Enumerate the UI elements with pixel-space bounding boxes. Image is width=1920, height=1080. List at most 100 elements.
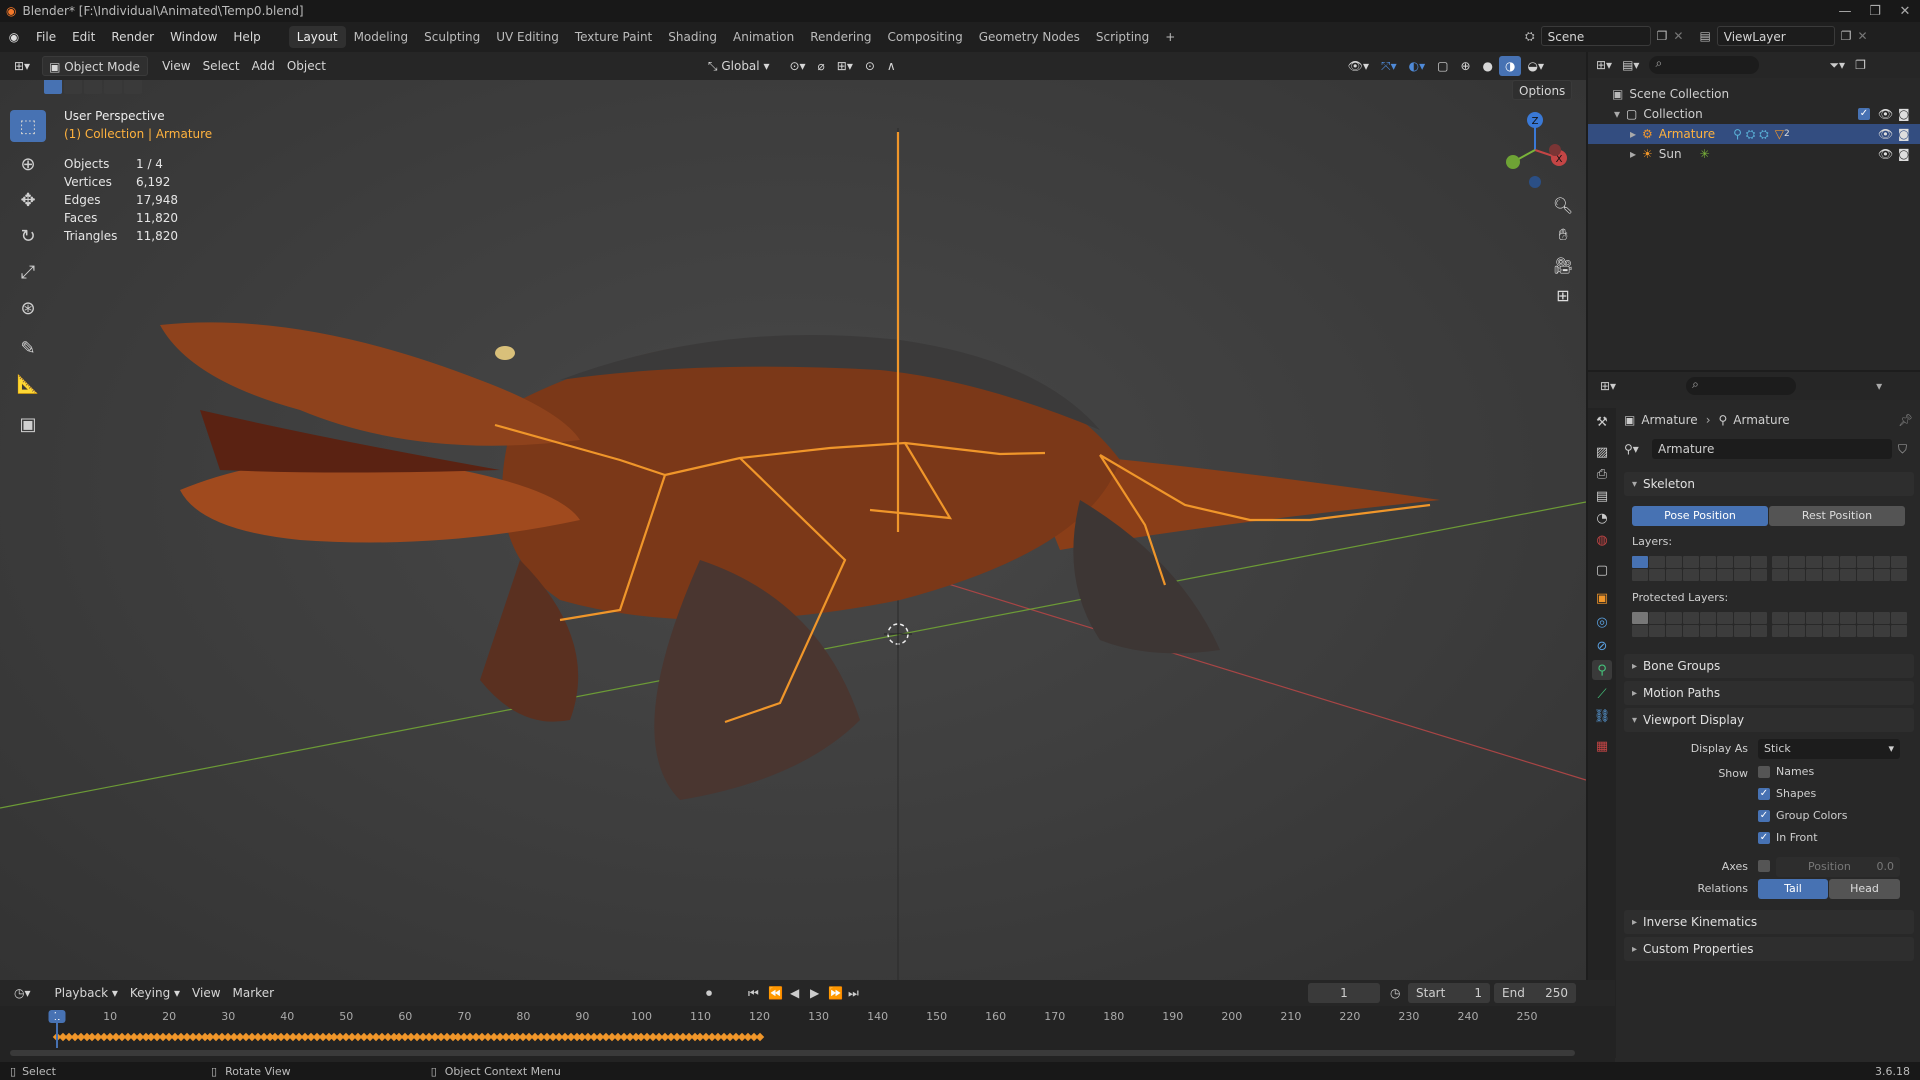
pan-hand-icon[interactable]: ✋︎ xyxy=(1550,222,1576,248)
in-front-checkbox[interactable]: ✓ In Front xyxy=(1758,831,1818,844)
timeline-editor-type-icon[interactable]: ◷▾ xyxy=(8,983,37,1003)
filter-icon[interactable]: ⏷▾ xyxy=(1829,58,1845,73)
collapse-arrow-icon[interactable]: ▾ xyxy=(1614,107,1620,121)
keyframe-strip[interactable] xyxy=(0,1010,1615,1048)
move-tool-icon[interactable]: ✥ xyxy=(10,184,46,216)
axes-checkbox[interactable] xyxy=(1758,860,1770,872)
jump-start-icon[interactable]: ⏮ xyxy=(748,986,759,1001)
jump-end-icon[interactable]: ⏭ xyxy=(848,986,859,1001)
playhead-line[interactable] xyxy=(56,1010,58,1048)
menu-keying[interactable]: Keying ▾ xyxy=(124,983,186,1003)
end-frame-field[interactable]: End 250 xyxy=(1494,983,1576,1003)
current-frame-field[interactable]: 1 xyxy=(1308,983,1380,1003)
invert-selection-icon[interactable] xyxy=(104,80,122,94)
menu-object[interactable]: Object xyxy=(281,56,332,76)
tab-rendering[interactable]: Rendering xyxy=(802,26,879,48)
select-box-tool-icon[interactable]: ⬚ xyxy=(10,110,46,142)
outliner-editor-type-icon[interactable]: ⊞▾ xyxy=(1596,58,1612,72)
layers-grid-left[interactable] xyxy=(1632,556,1767,581)
snap-target-icon[interactable]: ⊞▾ xyxy=(831,56,859,76)
view-layer-tab-icon[interactable]: ▤ xyxy=(1592,486,1612,506)
group-colors-checkbox[interactable]: ✓ Group Colors xyxy=(1758,809,1847,822)
armature-render-icon[interactable]: ◙ xyxy=(1898,127,1910,141)
new-scene-icon[interactable]: ❐ xyxy=(1657,29,1668,43)
view-layer-selector[interactable]: ViewLayer xyxy=(1716,26,1835,46)
data-name-field[interactable]: Armature xyxy=(1652,439,1892,459)
menu-view[interactable]: View xyxy=(156,56,196,76)
visibility-icon[interactable]: 👁▾ xyxy=(1342,56,1375,76)
blender-menu-icon[interactable]: ◉ xyxy=(0,30,28,44)
armature-data-tab-icon[interactable]: ⚲ xyxy=(1592,660,1612,680)
keyframe-marker[interactable] xyxy=(755,1032,764,1042)
maximize-icon[interactable]: ❐ xyxy=(1860,0,1890,22)
skeleton-panel-header[interactable]: ▾ Skeleton xyxy=(1624,472,1914,496)
protected-layers-grid-left[interactable] xyxy=(1632,612,1767,637)
menu-edit[interactable]: Edit xyxy=(64,26,103,48)
expand-arrow-icon[interactable]: ▸ xyxy=(1630,127,1636,141)
tab-modeling[interactable]: Modeling xyxy=(346,26,417,48)
timeline-scrollbar[interactable] xyxy=(10,1050,1575,1056)
crocodile-model[interactable] xyxy=(160,322,1440,800)
minimize-icon[interactable]: — xyxy=(1830,0,1860,22)
intersect-selection-icon[interactable] xyxy=(124,80,142,94)
data-browse-icon[interactable]: ⚲▾ xyxy=(1624,442,1652,456)
protected-layers-grid-right[interactable] xyxy=(1772,612,1907,637)
tab-animation[interactable]: Animation xyxy=(725,26,802,48)
menu-help[interactable]: Help xyxy=(225,26,268,48)
bone-groups-panel-header[interactable]: ▸ Bone Groups xyxy=(1624,654,1914,678)
outliner-search-field[interactable]: ⌕ xyxy=(1649,56,1760,74)
proportional-edit-icon[interactable]: ⊙ xyxy=(859,56,881,76)
frame-ruler[interactable]: 1102030405060708090100110120130140150160… xyxy=(0,1010,1615,1026)
prev-keyframe-icon[interactable]: ⏪ xyxy=(768,986,783,1000)
tab-layout[interactable]: Layout xyxy=(288,26,346,48)
armature-visibility-eye-icon[interactable]: 👁 xyxy=(1878,127,1893,141)
tab-uv-editing[interactable]: UV Editing xyxy=(488,26,567,48)
menu-timeline-view[interactable]: View xyxy=(186,983,226,1003)
extend-selection-icon[interactable] xyxy=(64,80,82,94)
material-shading-icon[interactable]: ◑ xyxy=(1499,56,1522,76)
outliner-item-sun[interactable]: ▸ ☀ Sun ✳ 👁 ◙ xyxy=(1588,144,1920,164)
layers-grid-right[interactable] xyxy=(1772,556,1907,581)
outliner-item-armature[interactable]: ▸ ⚙ Armature ⚲ ⛭ ⛭ ▽ 2 👁 ◙ xyxy=(1588,124,1920,144)
collection-tab-icon[interactable]: ▢ xyxy=(1592,560,1612,580)
names-checkbox[interactable]: Names xyxy=(1758,765,1814,778)
fake-user-icon[interactable]: ⛉ xyxy=(1898,442,1907,457)
sun-visibility-eye-icon[interactable]: 👁 xyxy=(1878,147,1893,161)
exclude-checkbox-icon[interactable]: ✓ xyxy=(1858,108,1870,120)
pivot-icon[interactable]: ⊙▾ xyxy=(783,56,811,76)
output-tab-icon[interactable]: ⎙ xyxy=(1592,464,1612,484)
outliner-scene-collection[interactable]: ▣ Scene Collection xyxy=(1588,84,1920,104)
options-button[interactable]: Options xyxy=(1512,80,1573,100)
scale-tool-icon[interactable]: ⤢ xyxy=(10,256,46,288)
motion-paths-panel-header[interactable]: ▸ Motion Paths xyxy=(1624,681,1914,705)
navigation-gizmo[interactable]: Z X xyxy=(1495,108,1575,188)
texture-tab-icon[interactable]: ▦ xyxy=(1592,736,1612,756)
tab-geometry-nodes[interactable]: Geometry Nodes xyxy=(971,26,1088,48)
scene-tab-icon[interactable]: ◔ xyxy=(1592,508,1612,528)
relations-tail-button[interactable]: Tail xyxy=(1758,879,1828,899)
close-icon[interactable]: ✕ xyxy=(1890,0,1920,22)
gizmo-toggle-icon[interactable]: ⤧▾ xyxy=(1375,56,1403,76)
add-cube-tool-icon[interactable]: ▣ xyxy=(10,408,46,440)
sun-render-icon[interactable]: ◙ xyxy=(1898,147,1910,161)
mode-selector[interactable]: ▣ Object Mode ▾ xyxy=(42,56,149,94)
editor-type-icon[interactable]: ⊞▾ xyxy=(8,56,36,76)
physics-tab-icon[interactable]: ◎ xyxy=(1592,612,1612,632)
start-frame-field[interactable]: Start 1 xyxy=(1408,983,1490,1003)
next-keyframe-icon[interactable]: ⏩ xyxy=(828,986,843,1000)
visibility-eye-icon[interactable]: 👁 xyxy=(1878,107,1893,121)
xray-icon[interactable]: ▢ xyxy=(1431,56,1454,76)
new-view-layer-icon[interactable]: ❐ xyxy=(1841,29,1852,43)
auto-keying-icon[interactable]: ⏺ xyxy=(706,986,712,1001)
display-mode-icon[interactable]: ▤▾ xyxy=(1622,58,1639,72)
tab-compositing[interactable]: Compositing xyxy=(879,26,970,48)
inverse-kinematics-panel-header[interactable]: ▸ Inverse Kinematics xyxy=(1624,910,1914,934)
set-selection-icon[interactable] xyxy=(44,80,62,94)
wireframe-shading-icon[interactable]: ⊕ xyxy=(1454,56,1476,76)
custom-properties-panel-header[interactable]: ▸ Custom Properties xyxy=(1624,937,1914,961)
world-tab-icon[interactable]: ◍ xyxy=(1592,530,1612,550)
falloff-icon[interactable]: ∧ xyxy=(881,56,902,76)
properties-search-field[interactable]: ⌕ xyxy=(1686,377,1797,395)
expand-arrow-sun-icon[interactable]: ▸ xyxy=(1630,147,1636,161)
properties-options-icon[interactable]: ▾ xyxy=(1876,379,1882,393)
